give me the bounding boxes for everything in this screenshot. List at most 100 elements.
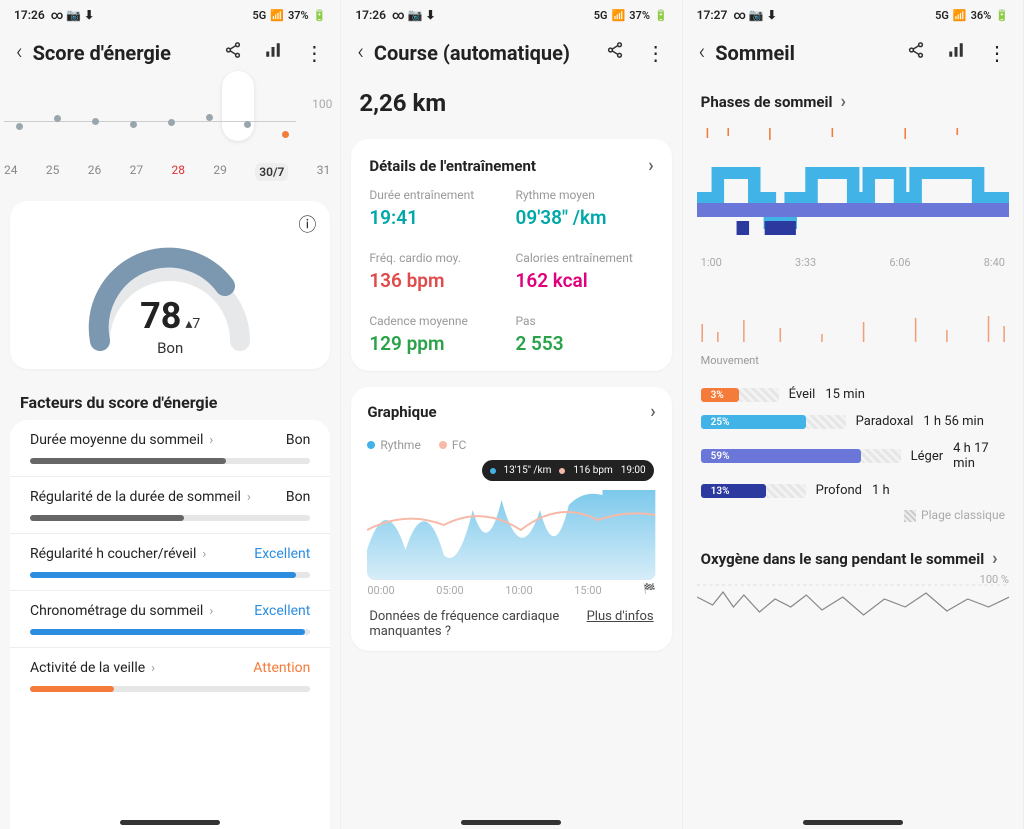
pace-label: Rythme moyen bbox=[515, 188, 653, 202]
sleep-phases-chart[interactable]: 1:003:336:068:40 bbox=[697, 128, 1009, 298]
stage-row: 13% Profond 1 h bbox=[701, 483, 1005, 498]
day-31[interactable]: 31 bbox=[317, 163, 331, 181]
day-26[interactable]: 26 bbox=[88, 163, 102, 181]
back-button[interactable]: ‹ bbox=[357, 40, 364, 65]
more-icon[interactable]: ⋮ bbox=[987, 41, 1007, 65]
spo2-chart[interactable]: 100 % bbox=[697, 577, 1009, 647]
cal-label: Calories entraînement bbox=[515, 251, 653, 265]
stage-name: Profond bbox=[816, 483, 862, 498]
factor-name: Activité de la veille bbox=[30, 660, 145, 676]
factor-row[interactable]: Régularité de la durée de sommeil›Bon bbox=[10, 476, 330, 533]
stage-row: 25% Paradoxal 1 h 56 min bbox=[701, 414, 1005, 429]
status-bar: 17:26 ∞ 📷 ⬇ 5G 📶 37% 🔋 bbox=[0, 0, 340, 30]
status-battery: 37% bbox=[629, 9, 650, 22]
nav-bar-pill[interactable] bbox=[803, 820, 903, 825]
header: ‹ Score d'énergie ⋮ bbox=[0, 30, 340, 79]
page-title: Score d'énergie bbox=[33, 41, 215, 65]
energy-score-delta: ▴7 bbox=[185, 316, 200, 332]
day-28[interactable]: 28 bbox=[172, 163, 186, 181]
hatch-swatch-icon bbox=[904, 510, 916, 522]
duration-value: 19:41 bbox=[369, 206, 507, 229]
factor-value: Excellent bbox=[254, 603, 310, 619]
hr-value: 136 bpm bbox=[369, 269, 507, 292]
stage-row: 59% Léger 4 h 17 min bbox=[701, 441, 1005, 471]
day-24[interactable]: 24 bbox=[4, 163, 18, 181]
run-graph-card[interactable]: Graphique › Rythme FC 13'15" /km 116 bpm… bbox=[351, 387, 671, 651]
chevron-right-icon: › bbox=[650, 401, 655, 422]
factor-value: Bon bbox=[286, 432, 310, 448]
spo2-heading-row[interactable]: Oxygène dans le sang pendant le sommeil … bbox=[683, 526, 1023, 573]
status-time: 17:27 bbox=[697, 8, 728, 22]
more-icon[interactable]: ⋮ bbox=[304, 41, 324, 65]
factor-name: Régularité h coucher/réveil bbox=[30, 546, 196, 562]
day-25[interactable]: 25 bbox=[46, 163, 60, 181]
nav-bar-pill[interactable] bbox=[120, 820, 220, 825]
factor-row[interactable]: Activité de la veille›Attention bbox=[10, 647, 330, 704]
share-icon[interactable] bbox=[224, 41, 242, 64]
nav-bar-pill[interactable] bbox=[461, 820, 561, 825]
missing-hr-question: Données de fréquence cardiaque manquante… bbox=[369, 609, 569, 639]
day-27[interactable]: 27 bbox=[130, 163, 144, 181]
chevron-right-icon: › bbox=[209, 433, 213, 448]
factor-value: Bon bbox=[286, 489, 310, 505]
share-icon[interactable] bbox=[907, 41, 925, 64]
distance-value: 2,26 km bbox=[341, 79, 681, 131]
stage-duration: 1 h bbox=[872, 483, 890, 498]
chevron-right-icon: › bbox=[209, 604, 213, 619]
stage-name: Paradoxal bbox=[856, 414, 914, 429]
more-icon[interactable]: ⋮ bbox=[646, 41, 666, 65]
factor-row[interactable]: Régularité h coucher/réveil›Excellent bbox=[10, 533, 330, 590]
phases-heading: Phases de sommeil bbox=[701, 93, 833, 111]
day-axis[interactable]: 24 25 26 27 28 29 30/7 31 bbox=[0, 159, 340, 193]
details-heading: Détails de l'entraînement bbox=[369, 157, 536, 175]
chart-tooltip: 13'15" /km 116 bpm 19:00 bbox=[482, 460, 654, 481]
factor-name: Durée moyenne du sommeil bbox=[30, 432, 203, 448]
status-bar: 17:27 ∞ 📷 ⬇ 5G 📶 36% 🔋 bbox=[683, 0, 1023, 30]
stage-duration: 4 h 17 min bbox=[953, 441, 1005, 471]
hr-label: Fréq. cardio moy. bbox=[369, 251, 507, 265]
factor-row[interactable]: Durée moyenne du sommeil › Bon bbox=[10, 420, 330, 476]
status-time: 17:26 bbox=[355, 8, 386, 22]
details-grid: Durée entraînement 19:41 Rythme moyen 09'3… bbox=[369, 188, 653, 355]
header: ‹ Course (automatique) ⋮ bbox=[341, 30, 681, 79]
screen-energy: 17:26 ∞ 📷 ⬇ 5G 📶 37% 🔋 ‹ Score d'énergie… bbox=[0, 0, 341, 829]
factor-value: Attention bbox=[253, 660, 310, 676]
stage-name: Éveil bbox=[789, 387, 816, 402]
factor-row[interactable]: Chronométrage du sommeil › Excellent bbox=[10, 590, 330, 647]
header: ‹ Sommeil ⋮ bbox=[683, 30, 1023, 79]
status-net: 5G bbox=[594, 9, 608, 22]
back-button[interactable]: ‹ bbox=[699, 40, 706, 65]
status-battery: 36% bbox=[971, 9, 992, 22]
status-icons: ∞ 📷 ⬇ bbox=[51, 8, 95, 22]
status-signal-icon: 📶 bbox=[270, 9, 284, 22]
status-icons: ∞ 📷 ⬇ bbox=[392, 8, 436, 22]
steps-value: 2 553 bbox=[515, 332, 653, 355]
stats-icon[interactable] bbox=[947, 41, 965, 64]
duration-label: Durée entraînement bbox=[369, 188, 507, 202]
chevron-right-icon: › bbox=[202, 547, 206, 562]
back-button[interactable]: ‹ bbox=[16, 40, 23, 65]
status-net: 5G bbox=[935, 9, 949, 22]
day-30/7[interactable]: 30/7 bbox=[255, 163, 288, 181]
phases-heading-row[interactable]: Phases de sommeil › bbox=[683, 79, 1023, 124]
status-signal-icon: 📶 bbox=[612, 9, 626, 22]
factors-heading: Facteurs du score d'énergie bbox=[0, 377, 340, 420]
share-icon[interactable] bbox=[606, 41, 624, 64]
graph-xaxis: 00:0005:0010:0015:00🏁 bbox=[367, 580, 655, 597]
energy-score-value: 78 bbox=[140, 295, 181, 337]
day-29[interactable]: 29 bbox=[213, 163, 227, 181]
stage-duration: 15 min bbox=[825, 387, 865, 402]
training-details-card[interactable]: Détails de l'entraînement › Durée entraî… bbox=[351, 139, 671, 371]
chevron-right-icon: › bbox=[840, 91, 845, 112]
status-net: 5G bbox=[252, 9, 266, 22]
more-info-link[interactable]: Plus d'infos bbox=[587, 609, 654, 639]
factor-name: Chronométrage du sommeil bbox=[30, 603, 203, 619]
page-title: Sommeil bbox=[715, 41, 897, 65]
steps-label: Pas bbox=[515, 314, 653, 328]
pace-hr-chart[interactable]: 13'15" /km 116 bpm 19:00 bbox=[367, 460, 655, 580]
graph-legend: Rythme FC bbox=[367, 438, 655, 452]
energy-trend-chart[interactable]: 100 bbox=[4, 79, 336, 159]
info-icon[interactable]: ⓘ bbox=[298, 211, 316, 237]
stats-icon[interactable] bbox=[264, 41, 282, 64]
pace-value: 09'38" /km bbox=[515, 206, 653, 229]
